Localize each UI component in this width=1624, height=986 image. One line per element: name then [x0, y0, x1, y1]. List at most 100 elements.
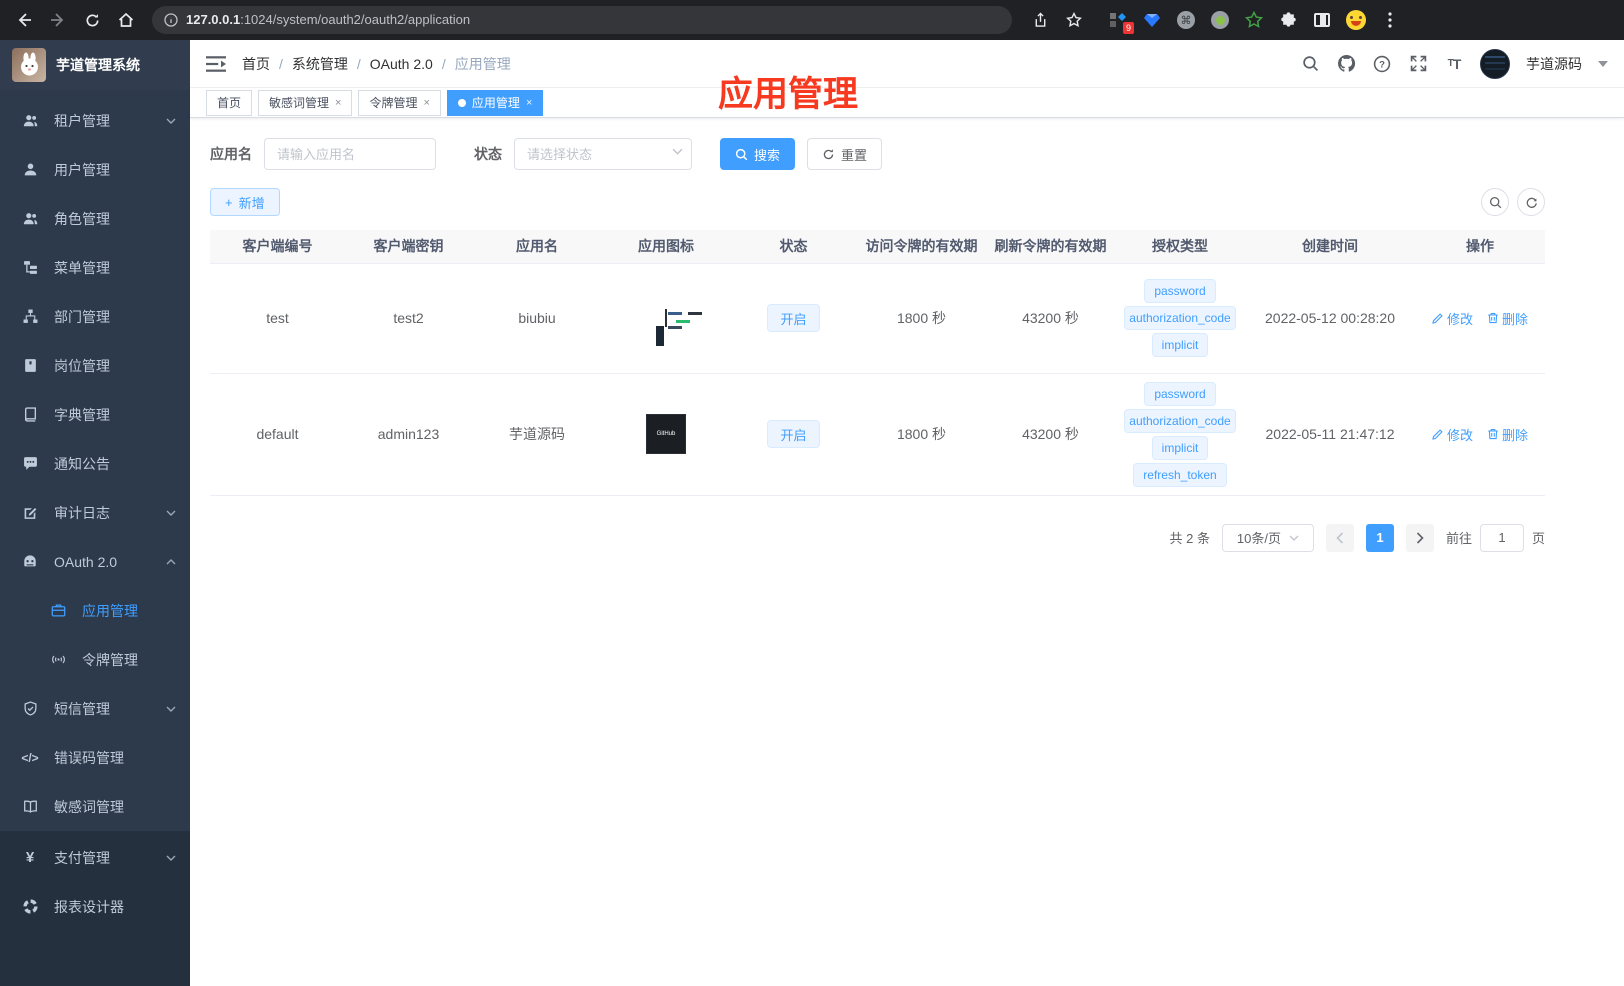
segmented-circle-icon [22, 899, 38, 915]
col-access-token-validity: 访问令牌的有效期 [857, 230, 986, 264]
next-page-button[interactable] [1405, 523, 1434, 552]
breadcrumb-system[interactable]: 系统管理 [292, 54, 348, 74]
prev-page-button[interactable] [1325, 523, 1354, 552]
close-icon[interactable]: × [335, 97, 341, 109]
show-search-toggle-button[interactable] [1481, 188, 1509, 216]
edit-button[interactable]: 修改 [1432, 309, 1473, 328]
edit-button[interactable]: 修改 [1432, 425, 1473, 444]
browser-forward-icon[interactable] [44, 6, 72, 34]
sidebar-item-notice[interactable]: 通知公告 [0, 439, 190, 488]
collapse-sidebar-icon[interactable] [206, 53, 228, 75]
goto-suffix: 页 [1531, 531, 1545, 546]
cell-access-token-validity: 1800 秒 [857, 263, 986, 374]
user-avatar[interactable] [1480, 48, 1510, 79]
tag-sensitive-word[interactable]: 敏感词管理 × [258, 89, 353, 116]
sidebar-item-oauth-token[interactable]: 令牌管理 [0, 635, 190, 684]
chevron-up-icon [166, 558, 176, 565]
browser-back-icon[interactable] [10, 6, 38, 34]
breadcrumb-current: 应用管理 [454, 55, 511, 72]
tag-application[interactable]: 应用管理 × [446, 89, 544, 116]
close-icon[interactable]: × [423, 97, 429, 109]
chevron-down-icon [672, 148, 683, 155]
cell-actions: 修改 删除 [1415, 263, 1545, 374]
extension-command-icon[interactable]: ⌘ [1176, 10, 1196, 30]
extension-star-icon[interactable] [1244, 10, 1264, 30]
browser-menu-icon[interactable] [1380, 10, 1400, 30]
tag-token[interactable]: 令牌管理 × [358, 89, 441, 116]
extension-blocks-icon[interactable]: 9 [1108, 10, 1134, 34]
github-icon[interactable] [1336, 54, 1356, 74]
sidebar-menu: 租户管理 用户管理 角色管理 菜单管理 部门管理 岗位管理 字典管理 通知公告 … [0, 90, 190, 831]
sidebar-item-post[interactable]: 岗位管理 [0, 341, 190, 390]
code-icon: </> [21, 750, 39, 765]
font-size-icon[interactable]: TT [1444, 54, 1464, 74]
status-select[interactable] [514, 138, 692, 170]
search-icon[interactable] [1300, 54, 1320, 74]
share-icon[interactable] [1026, 6, 1054, 34]
help-icon[interactable]: ? [1372, 54, 1392, 74]
sidebar-item-oauth-application[interactable]: 应用管理 [0, 586, 190, 635]
status-badge: 开启 [767, 420, 820, 448]
page-number-1[interactable]: 1 [1365, 523, 1394, 552]
sidebar-item-audit-log[interactable]: 审计日志 [0, 488, 190, 537]
split-view-icon[interactable] [1312, 10, 1332, 30]
yen-icon: ¥ [25, 849, 35, 866]
sidebar-item-label: 菜单管理 [54, 259, 110, 276]
extension-record-icon[interactable] [1210, 10, 1230, 30]
sidebar-item-dict[interactable]: 字典管理 [0, 390, 190, 439]
breadcrumb-oauth[interactable]: OAuth 2.0 [370, 56, 433, 72]
app-name-input[interactable] [264, 138, 436, 170]
cell-status: 开启 [730, 373, 857, 496]
app-logo[interactable]: 芋道管理系统 [0, 40, 190, 90]
extensions-puzzle-icon[interactable] [1278, 10, 1298, 30]
cell-create-time: 2022-05-11 21:47:12 [1245, 373, 1415, 496]
search-button[interactable]: 搜索 [720, 138, 796, 170]
extension-gem-icon[interactable] [1142, 10, 1162, 30]
col-create-time: 创建时间 [1245, 230, 1415, 264]
add-button[interactable]: + 新增 [210, 188, 280, 216]
delete-button[interactable]: 删除 [1487, 425, 1528, 444]
fullscreen-icon[interactable] [1408, 54, 1428, 74]
cell-refresh-token-validity: 43200 秒 [986, 263, 1115, 374]
site-info-icon[interactable] [164, 13, 178, 27]
chevron-down-icon [166, 510, 176, 516]
col-app-icon: 应用图标 [602, 230, 730, 264]
sidebar-item-menu[interactable]: 菜单管理 [0, 243, 190, 292]
sidebar-item-label: 令牌管理 [82, 651, 138, 668]
close-icon[interactable]: × [526, 97, 532, 109]
username[interactable]: 芋道源码 [1526, 54, 1582, 74]
delete-button[interactable]: 删除 [1487, 309, 1528, 328]
browser-toolbar: 127.0.0.1:1024/system/oauth2/oauth2/appl… [0, 0, 1624, 40]
reset-button[interactable]: 重置 [807, 138, 883, 170]
sidebar-item-oauth[interactable]: OAuth 2.0 [0, 537, 190, 586]
refresh-table-button[interactable] [1517, 188, 1545, 216]
profile-avatar-icon[interactable] [1346, 10, 1366, 30]
breadcrumb-home[interactable]: 首页 [242, 54, 270, 74]
pagination-total: 共 2 条 [1169, 531, 1210, 546]
message-icon [22, 456, 38, 472]
sidebar-item-pay[interactable]: ¥ 支付管理 [0, 833, 190, 882]
address-bar[interactable]: 127.0.0.1:1024/system/oauth2/oauth2/appl… [152, 6, 1012, 34]
sidebar-item-sms[interactable]: 短信管理 [0, 684, 190, 733]
goto-page-input[interactable] [1479, 523, 1524, 552]
sidebar-item-user[interactable]: 用户管理 [0, 145, 190, 194]
sidebar-item-label: 角色管理 [54, 210, 110, 227]
sidebar-item-tenant[interactable]: 租户管理 [0, 96, 190, 145]
col-grant-types: 授权类型 [1115, 230, 1245, 264]
tag-home[interactable]: 首页 [206, 89, 253, 116]
cell-grant-types: password authorization_code implicit [1115, 263, 1245, 374]
filter-form: 应用名 状态 搜索 重置 [210, 138, 1624, 170]
caret-down-icon[interactable] [1598, 60, 1608, 67]
bookmark-star-icon[interactable] [1060, 6, 1088, 34]
sidebar-item-sensitive-word[interactable]: 敏感词管理 [0, 782, 190, 831]
page-size-select[interactable]: 10条/页 [1221, 523, 1314, 552]
sidebar-item-report-designer[interactable]: 报表设计器 [0, 882, 190, 931]
browser-reload-icon[interactable] [78, 6, 106, 34]
cell-create-time: 2022-05-12 00:28:20 [1245, 263, 1415, 374]
sidebar-item-errcode[interactable]: </> 错误码管理 [0, 733, 190, 782]
cell-client-secret: admin123 [345, 373, 472, 496]
browser-home-icon[interactable] [112, 6, 140, 34]
cell-refresh-token-validity: 43200 秒 [986, 373, 1115, 496]
sidebar-item-dept[interactable]: 部门管理 [0, 292, 190, 341]
sidebar-item-role[interactable]: 角色管理 [0, 194, 190, 243]
